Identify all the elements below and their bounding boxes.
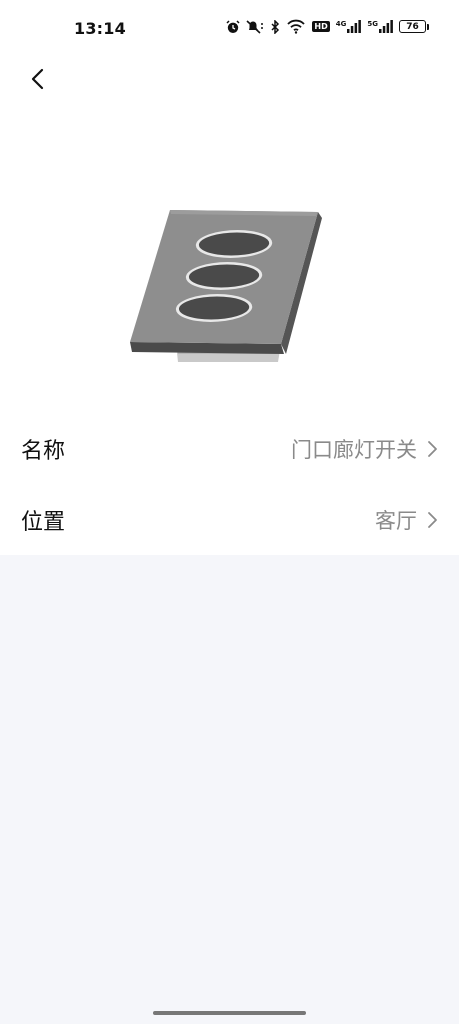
status-icons: HD 4G 5G 76 xyxy=(226,19,429,34)
location-setting-value: 客厅 xyxy=(375,509,417,533)
bluetooth-icon xyxy=(271,19,280,34)
signal-4g-icon: 4G xyxy=(336,20,362,33)
alarm-icon xyxy=(226,19,240,33)
battery-level: 76 xyxy=(399,20,426,33)
chevron-right-icon xyxy=(428,441,437,457)
home-indicator[interactable] xyxy=(153,1011,306,1015)
status-time: 13:14 xyxy=(74,19,126,38)
device-detail-panel: 13:14 HD 4G 5G 76 名称 门口廊灯开关 位置 客厅 xyxy=(0,0,459,555)
location-setting-label: 位置 xyxy=(21,510,66,535)
network-4g-label: 4G xyxy=(335,20,347,28)
three-gang-wall-switch-image xyxy=(130,210,322,362)
mute-icon xyxy=(246,19,264,34)
wifi-icon xyxy=(287,19,306,34)
name-setting-row[interactable]: 名称 门口廊灯开关 xyxy=(0,413,459,485)
signal-5g-icon: 5G xyxy=(367,20,393,33)
back-button[interactable] xyxy=(20,62,54,96)
hd-icon: HD xyxy=(312,21,330,32)
location-setting-row[interactable]: 位置 客厅 xyxy=(0,484,459,556)
status-bar: 13:14 HD 4G 5G 76 xyxy=(0,0,459,56)
network-5g-label: 5G xyxy=(367,20,378,28)
battery-icon: 76 xyxy=(399,20,429,33)
chevron-right-icon xyxy=(428,512,437,528)
chevron-left-icon xyxy=(31,68,44,90)
name-setting-label: 名称 xyxy=(21,439,66,464)
name-setting-value: 门口廊灯开关 xyxy=(291,438,417,462)
hd-label: HD xyxy=(314,22,328,31)
